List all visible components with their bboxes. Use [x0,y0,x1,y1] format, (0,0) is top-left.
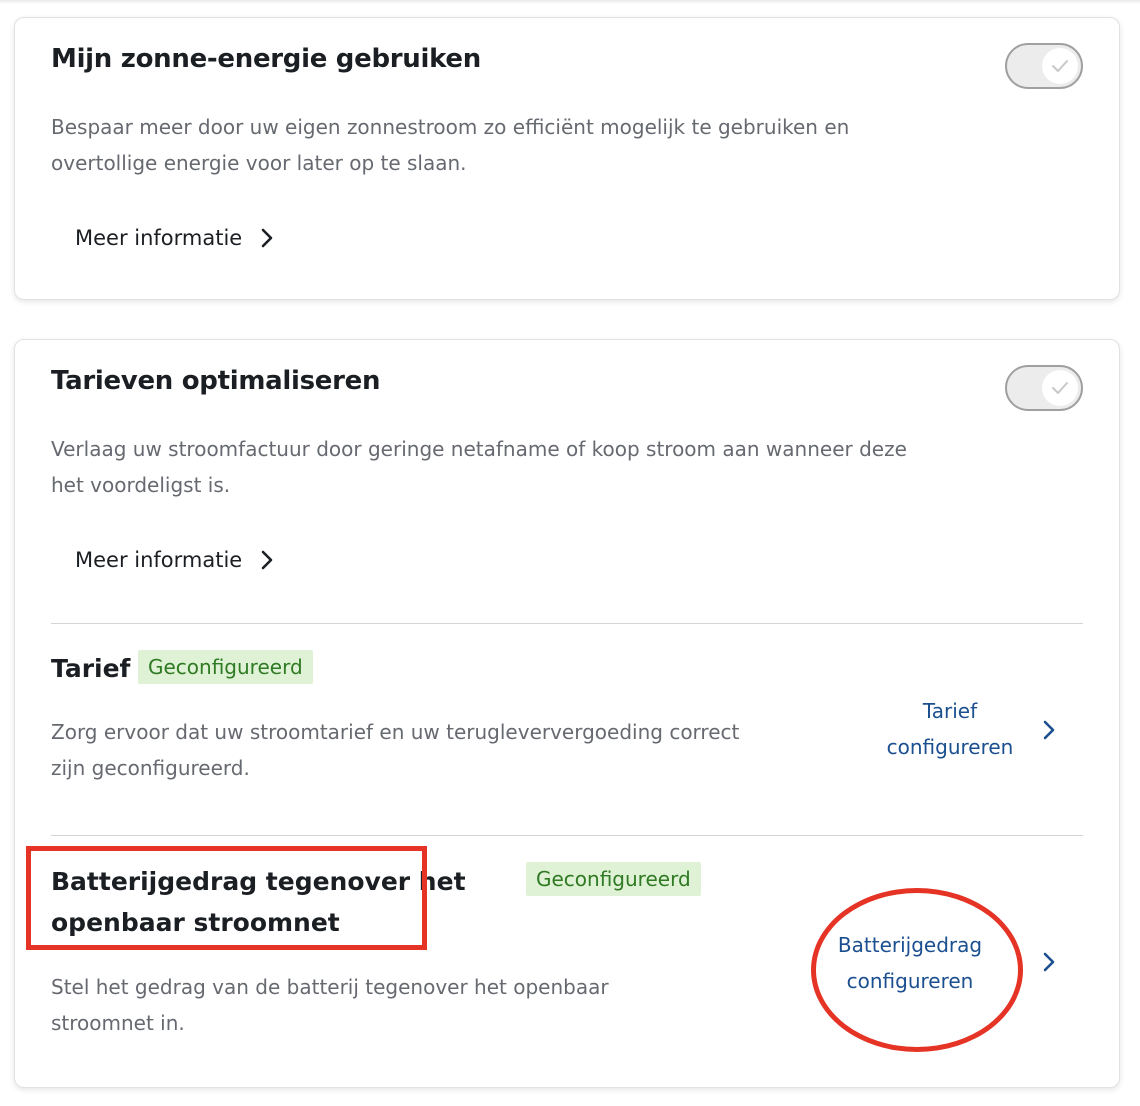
check-icon [1052,382,1068,394]
tariff-optimization-description: Verlaag uw stroomfactuur door geringe ne… [51,431,907,503]
solar-usage-card: Mijn zonne-energie gebruiken Bespaar mee… [14,17,1120,300]
more-info-label: Meer informatie [75,548,243,572]
section-divider [51,623,1083,624]
configure-tariff-label-line1: Tarief [922,699,978,723]
configure-tariff-link[interactable]: Tarief configureren [869,693,1031,765]
tariff-title: Tarief [51,654,131,683]
chevron-right-icon [261,550,273,570]
tariff-description-line1: Zorg ervoor dat uw stroomtarief en uw te… [51,720,740,744]
tariff-optimization-title: Tarieven optimaliseren [51,366,381,396]
tariff-optimization-more-info-link[interactable]: Meer informatie [75,548,274,572]
chevron-right-icon[interactable] [1043,720,1055,740]
tariff-status-badge: Geconfigureerd [138,650,313,684]
chevron-right-icon [261,228,273,248]
solar-usage-toggle[interactable] [1005,43,1083,89]
tariff-description: Zorg ervoor dat uw stroomtarief en uw te… [51,714,739,786]
tariff-description-line2: zijn geconfigureerd. [51,756,250,780]
solar-usage-description-line1: Bespaar meer door uw eigen zonnestroom z… [51,115,850,139]
section-divider [51,835,1083,836]
tariff-optimization-description-line1: Verlaag uw stroomfactuur door geringe ne… [51,437,907,461]
toggle-knob [1042,48,1078,84]
tariff-optimization-description-line2: het voordeligst is. [51,473,231,497]
battery-behavior-description-line1: Stel het gedrag van de batterij tegenove… [51,975,609,999]
battery-behavior-title-line2: openbaar stroomnet [51,908,340,937]
configure-battery-label-line1: Batterijgedrag [837,933,983,957]
battery-behavior-description: Stel het gedrag van de batterij tegenove… [51,969,609,1041]
solar-usage-title: Mijn zonne-energie gebruiken [51,44,481,74]
solar-usage-description: Bespaar meer door uw eigen zonnestroom z… [51,109,849,181]
top-edge-shadow [0,0,1140,4]
solar-usage-description-line2: overtollige energie voor later op te sla… [51,151,467,175]
configure-battery-label-line2: configureren [846,969,974,993]
check-icon [1052,60,1068,72]
configure-tariff-label-line2: configureren [886,735,1014,759]
more-info-label: Meer informatie [75,226,243,250]
chevron-right-icon[interactable] [1043,952,1055,972]
toggle-knob [1042,370,1078,406]
battery-behavior-description-line2: stroomnet in. [51,1011,185,1035]
battery-behavior-title-line1: Batterijgedrag tegenover het [51,867,466,896]
tariff-optimization-card: Tarieven optimaliseren Verlaag uw stroom… [14,339,1120,1088]
configure-battery-behavior-link[interactable]: Batterijgedrag configureren [821,927,999,999]
solar-usage-more-info-link[interactable]: Meer informatie [75,226,274,250]
battery-behavior-status-badge: Geconfigureerd [526,862,701,896]
tariff-optimization-toggle[interactable] [1005,365,1083,411]
battery-behavior-title: Batterijgedrag tegenover het openbaar st… [51,861,466,943]
